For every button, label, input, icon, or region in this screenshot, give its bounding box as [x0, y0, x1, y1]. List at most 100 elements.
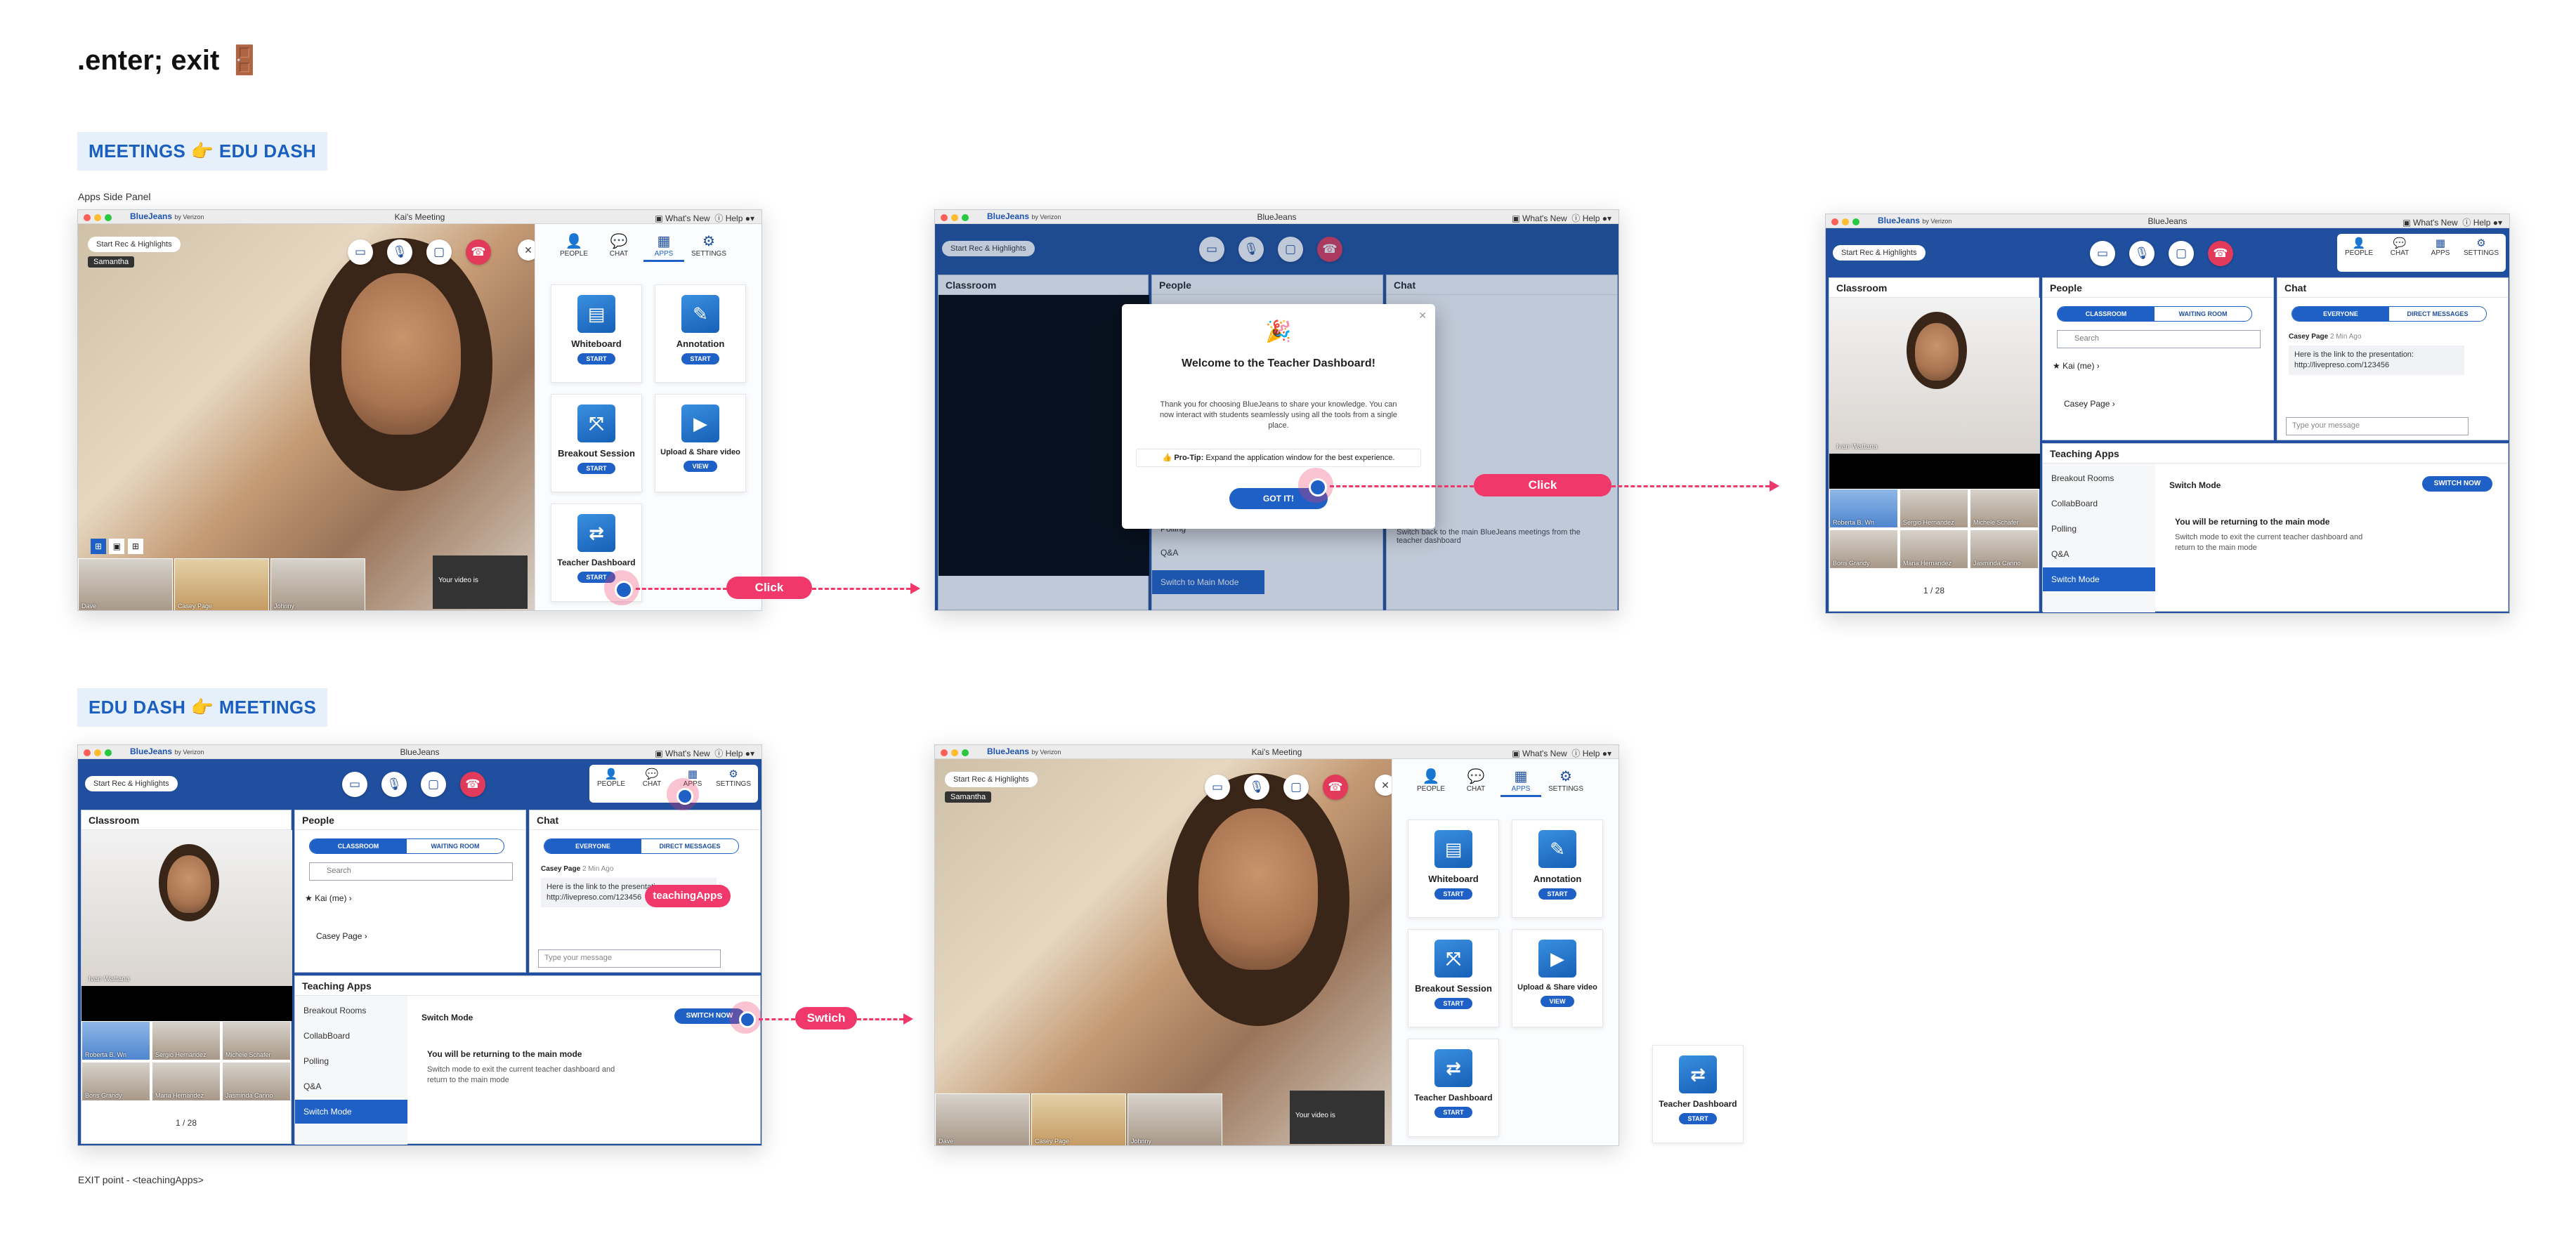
- end-call-button[interactable]: ☎: [460, 772, 485, 797]
- person-casey[interactable]: Casey Page ›: [316, 931, 367, 941]
- mic-button[interactable]: 🎙: [387, 239, 412, 265]
- grid-tile[interactable]: Sergio Hernandez: [1900, 489, 1968, 528]
- mic-button[interactable]: 🎙: [1244, 775, 1269, 800]
- start-rec-button[interactable]: Start Rec & Highlights: [945, 772, 1038, 787]
- end-call-button[interactable]: ☎: [466, 239, 491, 265]
- grid-tile[interactable]: Sergio Hernandez: [152, 1021, 221, 1060]
- camera-button[interactable]: ▭: [342, 772, 367, 797]
- apps-item-switch-mode[interactable]: Switch Mode: [2043, 567, 2155, 591]
- people-segment[interactable]: CLASSROOM WAITING ROOM: [309, 838, 504, 854]
- pager[interactable]: 1 / 28: [1829, 572, 2039, 611]
- tab-apps[interactable]: ▦ APPS: [2420, 237, 2461, 257]
- grid-tile[interactable]: Jasminda Carino: [222, 1062, 291, 1101]
- chat-input[interactable]: Type your message: [538, 949, 721, 968]
- app-card-teacher-dashboard[interactable]: ⇄ Teacher Dashboard START: [1408, 1039, 1499, 1137]
- apps-item-breakout[interactable]: Breakout Rooms: [295, 999, 407, 1022]
- apps-item-polling[interactable]: Polling: [2043, 517, 2155, 541]
- tab-chat[interactable]: 💬 CHAT: [632, 768, 672, 788]
- header-links[interactable]: ▣ What's New ⓘ Help ●▾: [2402, 216, 2502, 228]
- student-tile[interactable]: Ivan Wattana: [81, 830, 292, 986]
- thumb-dave[interactable]: Dave: [78, 558, 173, 610]
- tab-settings[interactable]: ⚙ SETTINGS: [1545, 768, 1586, 793]
- layout-switcher[interactable]: ⊞ ▣ ⊞: [91, 539, 144, 555]
- person-casey[interactable]: Casey Page ›: [2064, 399, 2115, 409]
- mic-button[interactable]: 🎙: [2129, 241, 2155, 266]
- dash-tabs: 👤 PEOPLE 💬 CHAT ▦ APPS ⚙ SETTINGS: [2337, 234, 2506, 272]
- tab-chat[interactable]: 💬 CHAT: [599, 232, 639, 258]
- end-call-button[interactable]: ☎: [1323, 775, 1348, 800]
- thumb-johnny[interactable]: Johnny: [270, 558, 365, 610]
- tab-apps[interactable]: ▦ APPS: [1501, 768, 1541, 797]
- apps-item-polling[interactable]: Polling: [295, 1049, 407, 1073]
- start-rec-button[interactable]: Start Rec & Highlights: [88, 237, 181, 252]
- grid-tile[interactable]: Jasminda Carino: [1970, 529, 2039, 569]
- chat-segment[interactable]: EVERYONE DIRECT MESSAGES: [544, 838, 739, 854]
- screen-share-button[interactable]: ▢: [2169, 241, 2194, 266]
- tab-settings[interactable]: ⚙ SETTINGS: [713, 768, 754, 788]
- end-call-button[interactable]: ☎: [2208, 241, 2233, 266]
- camera-button[interactable]: ▭: [348, 239, 373, 265]
- grid-tile[interactable]: Roberta B. Wn: [81, 1021, 150, 1060]
- grid-tile[interactable]: Michele Schafer: [222, 1021, 291, 1060]
- app-card-breakout[interactable]: ⤧ Breakout Session START: [1408, 929, 1499, 1027]
- grid-tile[interactable]: Michele Schafer: [1970, 489, 2039, 528]
- header-links[interactable]: ▣ What's New ⓘ Help ●▾: [1512, 747, 1611, 759]
- apps-item-collabboard[interactable]: CollabBoard: [295, 1024, 407, 1048]
- tab-chat[interactable]: 💬 CHAT: [1456, 768, 1496, 793]
- app-card-upload-video[interactable]: ▶ Upload & Share video VIEW: [1512, 929, 1603, 1027]
- tab-people[interactable]: 👤 PEOPLE: [554, 232, 594, 258]
- grid-tile[interactable]: Roberta B. Wn: [1829, 489, 1898, 528]
- grid-tile[interactable]: Boris Grandy: [1829, 529, 1898, 569]
- apps-item-collabboard[interactable]: CollabBoard: [2043, 492, 2155, 515]
- camera-button[interactable]: ▭: [1205, 775, 1230, 800]
- tab-people[interactable]: 👤 PEOPLE: [2339, 237, 2379, 257]
- apps-item-switch-mode[interactable]: Switch Mode: [295, 1100, 407, 1124]
- search-input[interactable]: Search: [2057, 330, 2261, 348]
- student-tile[interactable]: Ivan Wattana: [1829, 298, 2040, 454]
- pager[interactable]: 1 / 28: [81, 1104, 291, 1143]
- app-card-whiteboard[interactable]: ▤ Whiteboard START: [1408, 820, 1499, 918]
- thumb-johnny[interactable]: Johnny: [1127, 1093, 1222, 1145]
- tab-chat[interactable]: 💬 CHAT: [2379, 237, 2420, 257]
- apps-item-qa[interactable]: Q&A: [2043, 542, 2155, 566]
- app-card-annotation[interactable]: ✎ Annotation START: [655, 284, 746, 383]
- grid-tile[interactable]: Boris Grandy: [81, 1062, 150, 1101]
- people-segment[interactable]: CLASSROOM WAITING ROOM: [2057, 306, 2252, 322]
- tab-people[interactable]: 👤 PEOPLE: [1411, 768, 1451, 793]
- tab-apps[interactable]: ▦ APPS: [643, 232, 684, 262]
- grid-tile[interactable]: Maria Hernandez: [152, 1062, 221, 1101]
- app-card-breakout[interactable]: ⤧ Breakout Session START: [551, 394, 642, 492]
- thumb-casey[interactable]: Casey Page: [174, 558, 269, 610]
- search-input[interactable]: Search: [309, 862, 513, 881]
- header-links[interactable]: ▣ What's New ⓘ Help ●▾: [655, 747, 754, 759]
- chat-segment[interactable]: EVERYONE DIRECT MESSAGES: [2291, 306, 2487, 322]
- app-card-annotation[interactable]: ✎ Annotation START: [1512, 820, 1603, 918]
- header-links[interactable]: ▣ What's New ⓘ Help ●▾: [655, 212, 754, 224]
- close-icon[interactable]: ✕: [1418, 310, 1427, 322]
- apps-item-qa[interactable]: Q&A: [295, 1074, 407, 1098]
- switch-now-button[interactable]: SWITCH NOW: [2422, 476, 2492, 492]
- mic-button[interactable]: 🎙: [381, 772, 407, 797]
- app-card-whiteboard[interactable]: ▤ Whiteboard START: [551, 284, 642, 383]
- thumb-casey[interactable]: Casey Page: [1031, 1093, 1126, 1145]
- thumb-dave[interactable]: Dave: [935, 1093, 1030, 1145]
- chat-input[interactable]: Type your message: [2286, 417, 2469, 435]
- app-card-upload-video[interactable]: ▶ Upload & Share video VIEW: [655, 394, 746, 492]
- screen-share-button[interactable]: ▢: [1283, 775, 1309, 800]
- tab-people[interactable]: 👤 PEOPLE: [591, 768, 632, 788]
- header-links[interactable]: ▣ What's New ⓘ Help ●▾: [1512, 212, 1611, 224]
- tab-settings[interactable]: ⚙ SETTINGS: [2461, 237, 2502, 257]
- tab-settings[interactable]: ⚙ SETTINGS: [688, 232, 729, 258]
- screen-share-button[interactable]: ▢: [421, 772, 446, 797]
- floating-teacher-dashboard-card[interactable]: ⇄ Teacher Dashboard START: [1652, 1045, 1744, 1143]
- start-rec-button[interactable]: Start Rec & Highlights: [1833, 245, 1926, 261]
- grid-tile[interactable]: Maria Hernandez: [1900, 529, 1968, 569]
- apps-item-breakout[interactable]: Breakout Rooms: [2043, 466, 2155, 490]
- person-me[interactable]: ★ Kai (me) ›: [2053, 361, 2100, 371]
- apps-side-panel: 👤 PEOPLE 💬 CHAT ▦ APPS ⚙ SETTINGS ▤ Whiteboar…: [1392, 759, 1619, 1145]
- screen-share-button[interactable]: ▢: [426, 239, 452, 265]
- camera-button[interactable]: ▭: [2090, 241, 2115, 266]
- person-me[interactable]: ★ Kai (me) ›: [305, 893, 352, 903]
- start-rec-button[interactable]: Start Rec & Highlights: [85, 776, 178, 791]
- title-bar: BlueJeans by Verizon Kai's Meeting ▣ Wha…: [78, 210, 761, 224]
